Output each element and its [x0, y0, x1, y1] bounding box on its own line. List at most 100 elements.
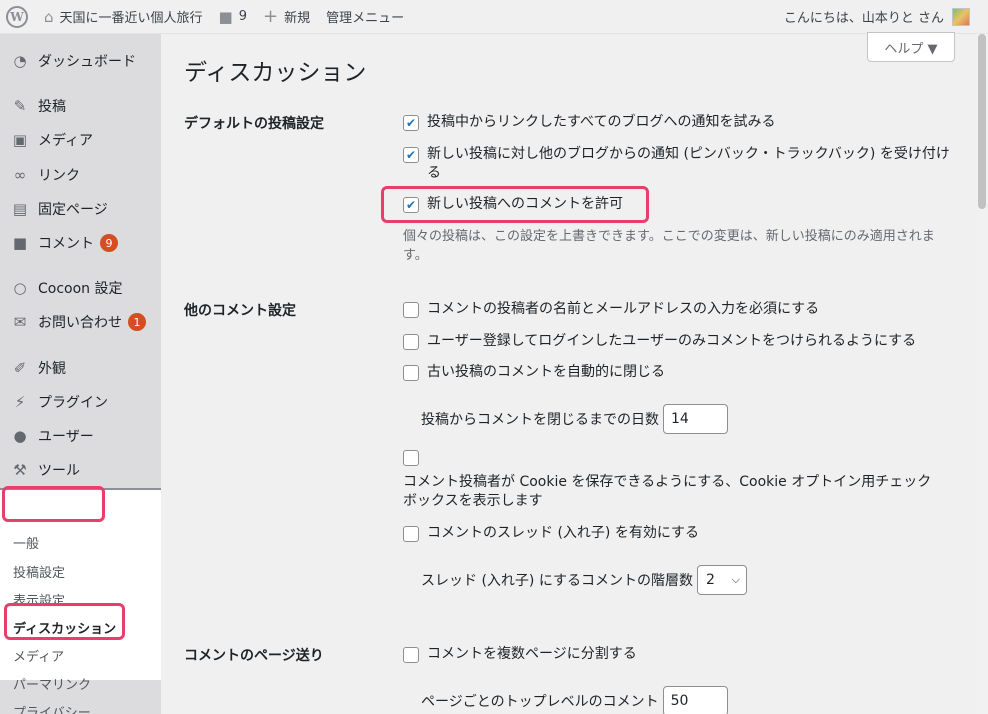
option-label: コメントのスレッド (入れ子) を有効にする — [427, 525, 699, 541]
sidebar-item-label: 外観 — [38, 361, 66, 377]
admin-bar: W ⌂ 天国に一番近い個人旅行 ■ 9 + 新規 管理メニュー こんにちは、山本… — [0, 0, 988, 34]
split-pages-checkbox[interactable] — [403, 647, 419, 663]
cookie-opt-in-label: コメント投稿者が Cookie を保存できるようにする、Cookie オプトイン… — [403, 474, 932, 509]
per-page-row: ページごとのトップレベルのコメント 50 — [421, 686, 728, 714]
page-title: ディスカッション — [184, 60, 367, 86]
option-label: 新しい投稿へのコメントを許可 — [427, 196, 623, 212]
plus-icon: + — [263, 6, 279, 27]
split-pages-option[interactable]: コメントを複数ページに分割する — [403, 645, 957, 664]
manage-label: 管理メニュー — [326, 11, 405, 26]
thread-depth-row: スレッド (入れ子) にするコメントの階層数 2 ⌵ — [421, 565, 747, 595]
default-settings-description: 個々の投稿は、この設定を上書きできます。ここでの変更は、新しい投稿にのみ適用され… — [403, 229, 935, 263]
default-post-settings-label: デフォルトの投稿設定 — [184, 116, 324, 132]
sidebar-item-posts[interactable]: ✎ 投稿 — [0, 89, 161, 123]
sidebar-item-comments[interactable]: ■ コメント 9 — [0, 226, 161, 260]
sidebar-item-tools[interactable]: ⚒ ツール — [0, 453, 161, 487]
site-name: 天国に一番近い個人旅行 — [59, 11, 203, 26]
threaded-checkbox[interactable] — [403, 526, 419, 542]
manage-menu[interactable]: 管理メニュー — [318, 0, 412, 34]
pingback-incoming-checkbox[interactable]: ✔ — [403, 147, 419, 163]
wrench-icon: ⚒ — [13, 461, 27, 479]
sidebar-item-users[interactable]: ● ユーザー — [0, 419, 161, 453]
highlight-discussion — [4, 603, 125, 640]
page-scrollbar[interactable] — [976, 34, 988, 714]
sidebar-item-contact[interactable]: ✉ お問い合わせ 1 — [0, 305, 161, 339]
close-days-label: 投稿からコメントを閉じるまでの日数 — [421, 412, 659, 428]
sidebar-item-label: メディア — [38, 133, 94, 149]
sidebar-item-label: Cocoon 設定 — [38, 281, 123, 297]
sidebar-item-media[interactable]: ▣ メディア — [0, 123, 161, 157]
thread-depth-select[interactable]: 2 ⌵ — [696, 565, 747, 595]
dashboard-icon: ◔ — [13, 52, 27, 70]
cocoon-icon: ○ — [13, 279, 27, 297]
comment-icon: ■ — [12, 234, 28, 252]
comments-link[interactable]: ■ 9 — [211, 0, 255, 34]
option-label: コメントを複数ページに分割する — [427, 646, 637, 662]
wp-logo-menu[interactable]: W — [0, 0, 36, 34]
option-label: ユーザー登録してログインしたユーザーのみコメントをつけられるようにする — [427, 333, 917, 349]
contact-badge: 1 — [128, 313, 146, 331]
help-button[interactable]: ヘルプ ▼ — [867, 32, 955, 62]
close-old-option[interactable]: 古い投稿のコメントを自動的に閉じる — [403, 363, 957, 382]
pingback-incoming-option[interactable]: ✔ 新しい投稿に対し他のブログからの通知 (ピンバック・トラックバック) を受け… — [403, 145, 957, 183]
option-label: 古い投稿のコメントを自動的に閉じる — [427, 364, 665, 380]
brush-icon: ✐ — [13, 359, 27, 377]
pages-icon: ▤ — [12, 200, 28, 218]
option-label: 新しい投稿に対し他のブログからの通知 (ピンバック・トラックバック) を受け付け… — [427, 146, 950, 181]
cookie-opt-in-checkbox-row[interactable] — [403, 448, 427, 466]
comments-badge: 9 — [100, 234, 118, 252]
site-name-link[interactable]: ⌂ 天国に一番近い個人旅行 — [36, 0, 211, 34]
comments-count: 9 — [238, 9, 248, 24]
sidebar-item-pages[interactable]: ▤ 固定ページ — [0, 192, 161, 226]
mail-icon: ✉ — [13, 313, 27, 331]
thread-depth-value: 2 — [705, 572, 715, 588]
submenu-writing[interactable]: 投稿設定 — [13, 562, 65, 581]
scrollbar-thumb[interactable] — [978, 34, 986, 209]
allow-comments-option[interactable]: ✔ 新しい投稿へのコメントを許可 — [403, 195, 957, 214]
close-days-row: 投稿からコメントを閉じるまでの日数 14 — [421, 404, 728, 434]
sidebar-item-label: 固定ページ — [38, 202, 108, 218]
submenu-media[interactable]: メディア — [13, 646, 64, 665]
home-icon: ⌂ — [44, 7, 54, 26]
submenu-general[interactable]: 一般 — [13, 533, 39, 552]
close-days-input[interactable]: 14 — [663, 404, 728, 434]
avatar — [952, 7, 970, 26]
pingback-outgoing-option[interactable]: ✔ 投稿中からリンクしたすべてのブログへの通知を試みる — [403, 113, 957, 132]
chevron-down-icon: ⌵ — [731, 573, 740, 586]
submenu-permalinks[interactable]: パーマリンク — [13, 674, 91, 693]
sidebar-item-label: コメント — [38, 236, 94, 252]
comment-bubble-icon: ■ — [218, 7, 233, 26]
close-old-checkbox[interactable] — [403, 365, 419, 381]
per-page-input[interactable]: 50 — [662, 686, 728, 714]
pagination-label: コメントのページ送り — [184, 648, 324, 664]
new-content-menu[interactable]: + 新規 — [255, 0, 318, 34]
require-name-email-checkbox[interactable] — [403, 302, 419, 318]
allow-comments-checkbox[interactable]: ✔ — [403, 197, 419, 213]
sidebar-item-links[interactable]: ∞ リンク — [0, 158, 161, 192]
other-comment-settings-label: 他のコメント設定 — [184, 303, 296, 319]
link-icon: ∞ — [13, 166, 27, 184]
threaded-option[interactable]: コメントのスレッド (入れ子) を有効にする — [403, 524, 957, 543]
sidebar-item-dashboard[interactable]: ◔ ダッシュボード — [0, 44, 161, 78]
account-menu[interactable]: こんにちは、山本りと さん — [784, 7, 988, 26]
pingback-outgoing-checkbox[interactable]: ✔ — [403, 115, 419, 131]
sidebar-item-cocoon[interactable]: ○ Cocoon 設定 — [0, 271, 161, 305]
pin-icon: ✎ — [13, 97, 27, 115]
new-label: 新規 — [284, 11, 311, 26]
wordpress-logo-icon: W — [6, 5, 28, 28]
sidebar-item-label: プラグイン — [38, 395, 108, 411]
sidebar-item-appearance[interactable]: ✐ 外観 — [0, 351, 161, 385]
greeting: こんにちは、山本りと さん — [783, 11, 944, 26]
cookie-opt-in-checkbox[interactable] — [403, 450, 419, 466]
thread-depth-label: スレッド (入れ子) にするコメントの階層数 — [421, 573, 693, 589]
registered-only-option[interactable]: ユーザー登録してログインしたユーザーのみコメントをつけられるようにする — [403, 332, 957, 351]
option-label: コメントの投稿者の名前とメールアドレスの入力を必須にする — [427, 301, 820, 317]
require-name-email-option[interactable]: コメントの投稿者の名前とメールアドレスの入力を必須にする — [403, 300, 957, 319]
sidebar-item-label: ダッシュボード — [38, 54, 136, 70]
sidebar-item-label: リンク — [38, 168, 80, 184]
sidebar-item-plugins[interactable]: ⚡ プラグイン — [0, 385, 161, 419]
sidebar-item-label: 投稿 — [38, 99, 66, 115]
submenu-privacy[interactable]: プライバシー — [13, 702, 91, 714]
sidebar-item-label: ツール — [38, 463, 80, 479]
registered-only-checkbox[interactable] — [403, 334, 419, 350]
